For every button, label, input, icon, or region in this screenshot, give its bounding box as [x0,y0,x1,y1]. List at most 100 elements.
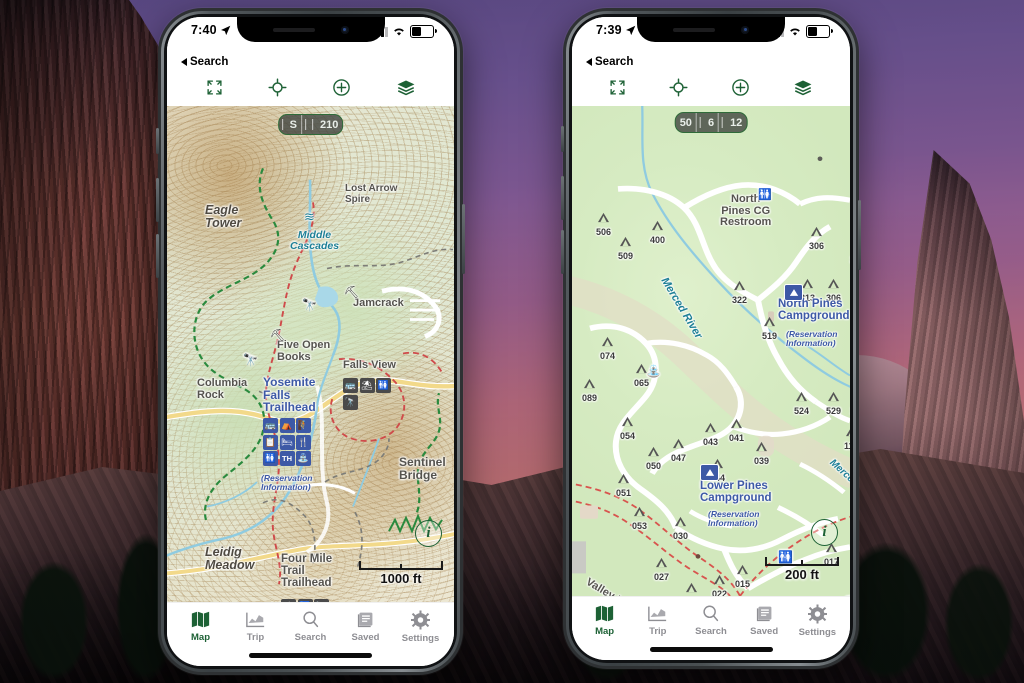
campsite-marker[interactable]: 053 [632,504,647,531]
heading-indicator[interactable]: S 210 [277,114,344,135]
back-to-search-link[interactable]: Search [586,56,633,68]
campsite-number: 306 [826,293,842,303]
shuttle-icon[interactable]: 🚌 [343,378,358,393]
ranger-station-icon[interactable]: ⛲ [296,451,311,466]
volume-up-button[interactable] [156,178,159,222]
layers-icon[interactable] [396,79,416,97]
tab-map-label: Map [191,632,210,643]
volume-down-button[interactable] [156,234,159,278]
tab-settings[interactable]: Settings [395,610,447,644]
campsite-marker[interactable]: 041 [729,416,744,443]
poi-icons-falls-view[interactable]: 🚌 ⛱ 🚻 🔭 [343,378,391,410]
map-info-button[interactable]: i [415,520,442,547]
campsite-number: 400 [650,235,666,245]
campsite-marker[interactable]: 015 [735,562,750,589]
tab-map[interactable]: Map [579,604,631,637]
campsite-marker[interactable]: 027 [654,555,669,582]
front-camera [340,25,349,34]
binoculars-icon[interactable]: 🔭 [314,599,329,602]
mute-switch[interactable] [561,126,564,152]
campsite-marker[interactable]: 400 [650,218,665,245]
tent-icon[interactable]: ⛺ [279,418,295,433]
back-link-label: Search [190,56,229,68]
restroom-icon[interactable]: 🚻 [297,599,313,602]
campsite-number: 509 [618,251,634,261]
campsite-marker[interactable]: 113 [844,424,850,451]
poi-icons-yosemite-falls[interactable]: 🚌 ⛺ 🧗 📋 🛏 🍴 🚻 TH ⛲ [263,418,311,466]
power-button[interactable] [858,200,861,270]
lodging-icon[interactable]: 🛏 [279,434,295,450]
tab-map[interactable]: Map [175,610,227,643]
tab-settings-label: Settings [798,627,837,638]
volume-up-button[interactable] [561,176,564,220]
add-icon[interactable] [332,78,351,97]
campsite-marker[interactable]: 043 [703,420,718,447]
locate-icon[interactable] [669,78,688,97]
campsite-marker[interactable]: 529 [826,389,841,416]
campsite-marker[interactable]: 524 [794,389,809,416]
back-to-search-link[interactable]: Search [181,56,228,68]
campsite-marker[interactable]: 074 [600,334,615,361]
home-indicator[interactable] [249,652,372,658]
chart-icon [246,612,265,628]
climber-icon[interactable]: 🧗 [296,418,311,433]
tab-search[interactable]: Search [285,610,337,643]
campsite-marker[interactable]: 029 [684,580,699,596]
campsite-marker[interactable]: 054 [620,414,635,441]
tab-trip[interactable]: Trip [230,610,282,643]
campsite-marker[interactable]: 322 [732,278,747,305]
tab-trip[interactable]: Trip [632,604,684,637]
home-indicator[interactable] [649,646,773,652]
tent-site-icon [635,361,648,379]
info-board-icon[interactable]: 📋 [263,434,278,450]
campsite-marker[interactable]: 089 [582,376,597,403]
map-canvas-left[interactable]: S 210 ≋ Eagle Tower Middle Cascades Lost… [167,106,454,602]
restroom-icon[interactable]: 🚻 [263,451,278,466]
campground-marker-north-pines[interactable] [784,284,803,301]
campground-marker-lower-pines[interactable] [700,464,719,481]
campsite-marker[interactable]: 306 [809,224,824,251]
campsite-marker[interactable]: 039 [754,439,769,466]
food-icon[interactable]: 🍴 [296,434,311,450]
tab-saved[interactable]: Saved [738,604,790,637]
campsite-marker[interactable]: 306 [826,276,841,303]
scale-bar-rule [359,561,443,570]
campsite-marker[interactable]: 050 [646,444,661,471]
expand-icon[interactable] [206,79,223,96]
trailhead-icon[interactable]: TH [279,451,295,466]
locate-icon[interactable] [267,78,287,97]
tab-saved[interactable]: Saved [340,610,392,643]
picnic-table-icon[interactable]: ⛱ [281,599,296,602]
campsite-marker[interactable]: 065 [634,361,649,388]
tab-search[interactable]: Search [685,604,737,637]
shuttle-icon[interactable]: 🚌 [263,418,278,433]
mute-switch[interactable] [156,128,159,154]
map-info-button[interactable]: i [811,519,838,546]
poi-icons-four-mile[interactable]: ⛱ 🚻 🔭 [281,599,329,602]
restroom-icon[interactable]: 🚻 [376,378,391,393]
campsite-marker[interactable]: 519 [762,314,777,341]
scale-bar-label: 200 ft [785,567,819,582]
campsite-marker[interactable]: 509 [618,234,633,261]
campsite-marker[interactable]: 022 [712,572,727,596]
tent-site-icon [713,572,726,590]
tent-site-icon [597,210,610,228]
campsite-marker[interactable]: 051 [616,471,631,498]
layers-icon[interactable] [793,79,813,97]
tent-site-icon [647,444,660,462]
campsite-marker[interactable]: 030 [673,514,688,541]
campsite-marker[interactable]: 047 [671,436,686,463]
campsite-marker[interactable]: 506 [596,210,611,237]
picnic-table-icon[interactable]: ⛱ [359,378,375,393]
tab-settings[interactable]: Settings [791,604,843,638]
binoculars-icon[interactable]: 🔭 [343,394,358,410]
add-icon[interactable] [731,78,750,97]
campsite-number: 043 [703,437,719,447]
expand-icon[interactable] [609,79,626,96]
campsite-number: 089 [582,393,598,403]
map-canvas-right[interactable]: 50 6 12 50650940030630532231330651907406… [572,106,850,596]
power-button[interactable] [462,204,465,274]
tent-site-icon [736,562,749,580]
map-vectors-left [167,167,454,585]
volume-down-button[interactable] [561,230,564,274]
